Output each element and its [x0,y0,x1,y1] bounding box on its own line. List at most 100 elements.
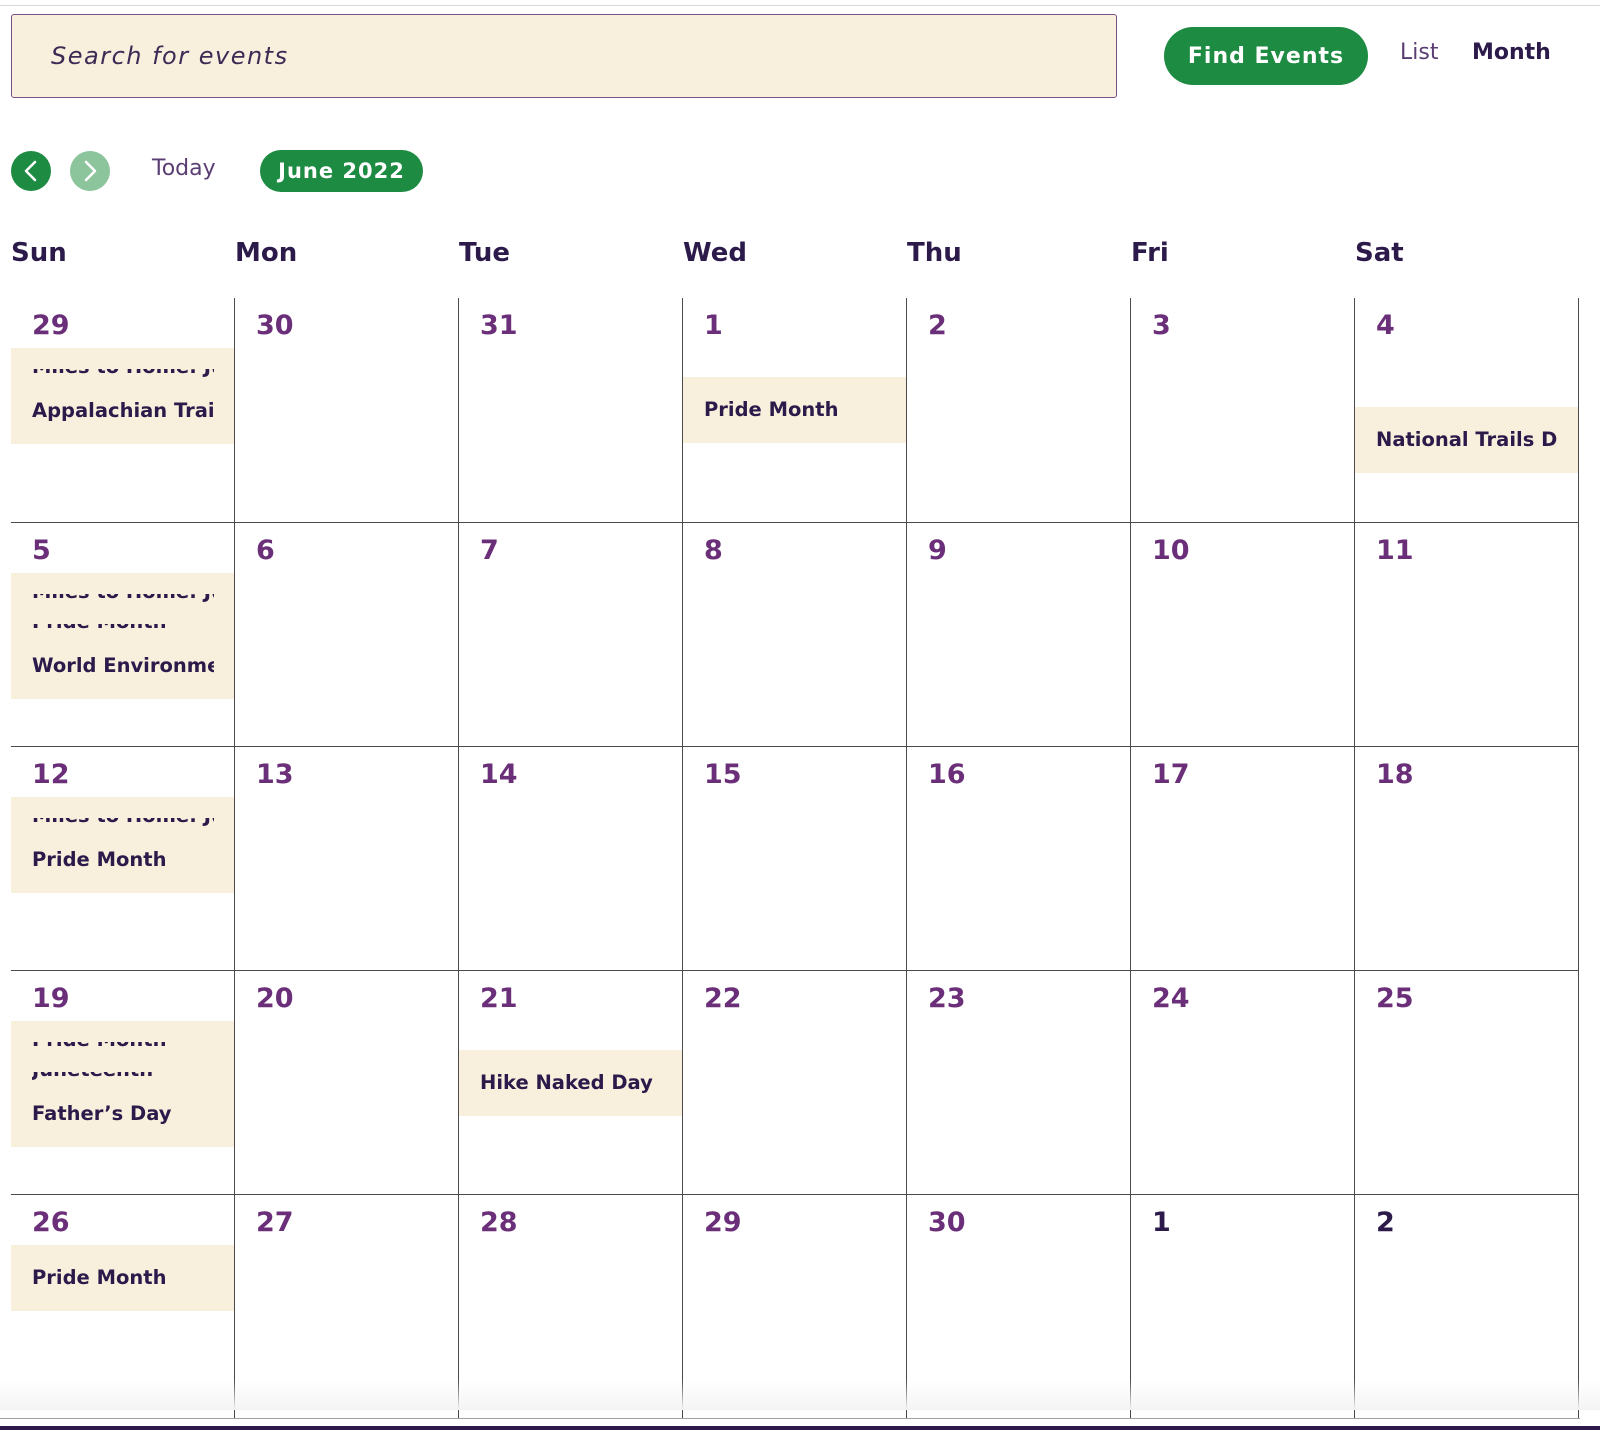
day-number[interactable]: 24 [1152,983,1190,1014]
day-cell[interactable]: 8 [683,522,907,746]
day-number[interactable]: 6 [256,535,275,566]
day-number[interactable]: 26 [32,1207,70,1238]
event-link[interactable]: World Environme [32,654,214,678]
day-cell[interactable]: 24 [1131,970,1355,1194]
day-number[interactable]: 13 [256,759,294,790]
weekday-sat: Sat [1355,238,1404,268]
day-number[interactable]: 3 [1152,310,1171,341]
day-number[interactable]: 25 [1376,983,1414,1014]
next-month-button[interactable] [70,151,110,191]
day-cell[interactable]: 19 Pride Month Juneteenth Father’s Day [11,970,235,1194]
day-number[interactable]: 14 [480,759,518,790]
day-cell[interactable]: 1 Pride Month [683,298,907,522]
day-cell[interactable]: 9 [907,522,1131,746]
find-events-button[interactable]: Find Events [1164,27,1368,85]
event-link[interactable]: Pride Month [32,1266,214,1290]
day-number[interactable]: 21 [480,983,518,1014]
day-number[interactable]: 2 [1376,1207,1395,1238]
day-number[interactable]: 8 [704,535,723,566]
day-number[interactable]: 18 [1376,759,1414,790]
day-number[interactable]: 30 [256,310,294,341]
day-cell[interactable]: 22 [683,970,907,1194]
day-number[interactable]: 4 [1376,310,1395,341]
weekday-mon: Mon [235,238,298,268]
day-number[interactable]: 23 [928,983,966,1014]
event-link[interactable]: Pride Month [704,398,886,422]
event-link[interactable]: Pride Month [32,1042,214,1052]
weekday-fri: Fri [1131,238,1169,268]
chevron-left-icon [24,160,37,182]
day-cell[interactable]: 21 Hike Naked Day [459,970,683,1194]
previous-month-button[interactable] [11,151,51,191]
event-link[interactable]: Pride Month [32,624,214,634]
day-cell[interactable]: 20 [235,970,459,1194]
today-button[interactable]: Today [152,156,216,181]
day-number[interactable]: 7 [480,535,499,566]
day-cell[interactable]: 18 [1355,746,1579,970]
day-number[interactable]: 19 [32,983,70,1014]
day-cell[interactable]: 16 [907,746,1131,970]
event-title: Miles to Home: Just [32,594,214,604]
event-title: Juneteenth [32,1072,214,1082]
bottom-fade [0,1380,1600,1410]
day-number[interactable]: 27 [256,1207,294,1238]
day-number[interactable]: 16 [928,759,966,790]
day-cell[interactable]: 11 [1355,522,1579,746]
day-cell[interactable]: 2 [907,298,1131,522]
weekday-sun: Sun [11,238,67,268]
search-input[interactable] [51,42,1116,70]
event-link[interactable]: National Trails Da [1376,428,1558,452]
day-cell[interactable]: 23 [907,970,1131,1194]
day-cell[interactable]: 7 [459,522,683,746]
event-link[interactable]: Pride Month [32,848,214,872]
day-number[interactable]: 17 [1152,759,1190,790]
day-number[interactable]: 10 [1152,535,1190,566]
day-cell[interactable]: 10 [1131,522,1355,746]
day-number[interactable]: 30 [928,1207,966,1238]
event-link[interactable]: Miles to Home: Just [32,369,214,379]
day-number[interactable]: 11 [1376,535,1414,566]
day-cell[interactable]: 6 [235,522,459,746]
day-cell[interactable]: 17 [1131,746,1355,970]
view-month-link[interactable]: Month [1472,40,1551,65]
search-box[interactable] [11,14,1117,98]
day-cell[interactable]: 5 Miles to Home: Just Pride Month World Env… [11,522,235,746]
day-number[interactable]: 1 [704,310,723,341]
day-cell[interactable]: 31 [459,298,683,522]
day-number[interactable]: 1 [1152,1207,1171,1238]
day-cell[interactable]: 3 [1131,298,1355,522]
day-cell[interactable]: 15 [683,746,907,970]
event-link[interactable]: Miles to Home: Just [32,818,214,828]
event-link[interactable]: Hike Naked Day [480,1071,662,1095]
day-number[interactable]: 5 [32,535,51,566]
event-group: Hike Naked Day [459,1050,682,1116]
day-cell[interactable]: 13 [235,746,459,970]
day-number[interactable]: 15 [704,759,742,790]
day-number[interactable]: 29 [704,1207,742,1238]
day-cell[interactable]: 30 [235,298,459,522]
day-number[interactable]: 31 [480,310,518,341]
event-group: Miles to Home: Just Appalachian Trail B [11,348,234,444]
day-number[interactable]: 29 [32,310,70,341]
day-number[interactable]: 9 [928,535,947,566]
day-cell[interactable]: 4 National Trails Da [1355,298,1579,522]
day-cell[interactable]: 29 Miles to Home: Just Appalachian Trail B [11,298,235,522]
view-list-link[interactable]: List [1400,40,1438,65]
day-number[interactable]: 22 [704,983,742,1014]
event-group: Miles to Home: Just Pride Month World Envi… [11,573,234,699]
event-group: Pride Month [11,1245,234,1311]
day-cell[interactable]: 12 Miles to Home: Just Pride Month [11,746,235,970]
event-link[interactable]: Juneteenth [32,1072,214,1082]
day-cell[interactable]: 25 [1355,970,1579,1194]
event-link[interactable]: Miles to Home: Just [32,594,214,604]
day-number[interactable]: 2 [928,310,947,341]
event-link[interactable]: Father’s Day [32,1102,214,1126]
bottom-divider [0,1418,1580,1419]
chevron-right-icon [84,160,97,182]
day-number[interactable]: 28 [480,1207,518,1238]
day-number[interactable]: 12 [32,759,70,790]
day-cell[interactable]: 14 [459,746,683,970]
month-picker-button[interactable]: June 2022 [260,150,423,192]
day-number[interactable]: 20 [256,983,294,1014]
event-link[interactable]: Appalachian Trail B [32,399,214,423]
